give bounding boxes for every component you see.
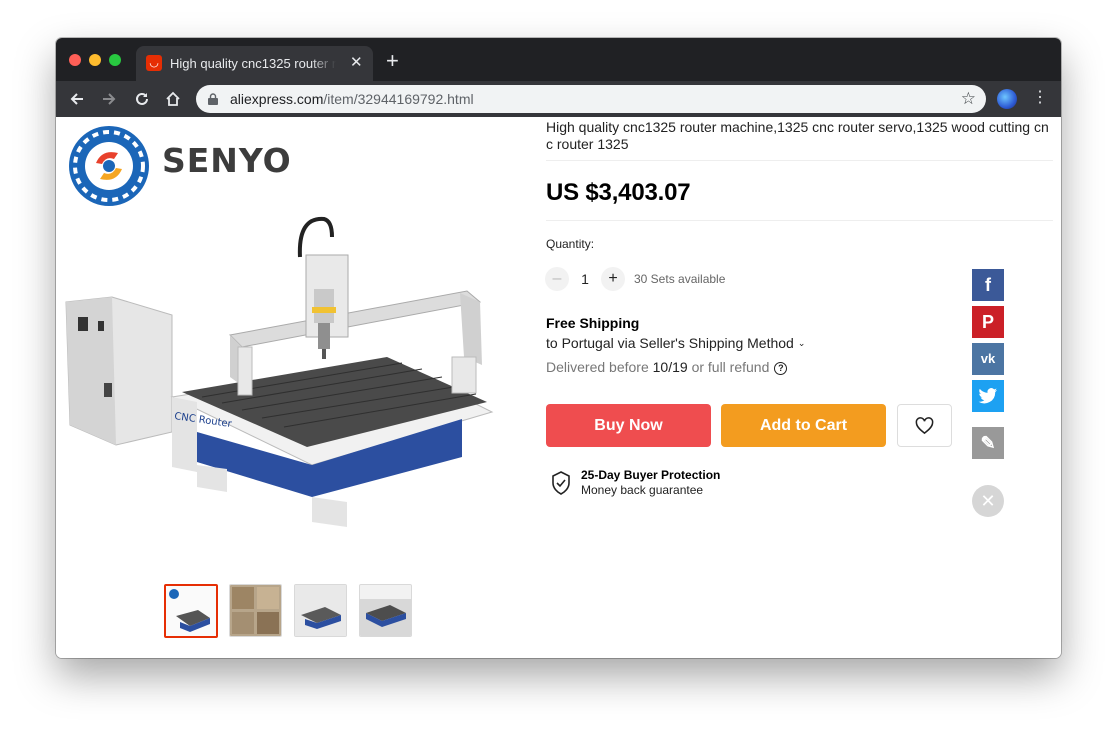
reload-icon[interactable] xyxy=(129,86,155,112)
browser-toolbar: aliexpress.com/item/32944169792.html ☆ ⋮ xyxy=(56,81,1061,117)
quantity-label: Quantity: xyxy=(546,237,595,251)
delivered-date: 10/19 xyxy=(652,359,688,375)
product-page: SENYO CNC Router High quality cnc1325 ro… xyxy=(56,117,1061,658)
divider xyxy=(546,160,1053,161)
quantity-input[interactable]: 1 xyxy=(574,271,596,287)
address-bar[interactable]: aliexpress.com/item/32944169792.html ☆ xyxy=(196,85,986,113)
delivered-prefix: Delivered before xyxy=(546,359,649,375)
edit-pencil-icon[interactable]: ✎ xyxy=(972,427,1004,459)
quantity-increase-button[interactable]: + xyxy=(601,267,625,291)
shipping-method-text: to Portugal via Seller's Shipping Method xyxy=(546,335,794,351)
url-path: /item/32944169792.html xyxy=(323,91,474,107)
thumbnail-1[interactable] xyxy=(164,584,218,638)
quantity-decrease-button[interactable]: – xyxy=(545,267,569,291)
tab-aliexpress[interactable]: ◡ High quality cnc1325 router machine,13… xyxy=(136,46,373,81)
tab-strip: ◡ High quality cnc1325 router machine,13… xyxy=(56,38,1061,81)
product-price: US $3,403.07 xyxy=(546,179,691,206)
shipping-method-selector[interactable]: to Portugal via Seller's Shipping Method… xyxy=(546,335,805,351)
aliexpress-favicon-icon: ◡ xyxy=(146,55,162,71)
delivery-estimate: Delivered before 10/19 or full refund? xyxy=(546,359,788,376)
close-window-button[interactable] xyxy=(69,54,81,66)
lock-icon xyxy=(208,93,218,105)
heart-icon xyxy=(915,417,934,435)
stock-available: 30 Sets available xyxy=(634,272,726,286)
twitter-share-icon[interactable] xyxy=(972,380,1004,412)
maximize-window-button[interactable] xyxy=(109,54,121,66)
close-share-icon[interactable]: ✕ xyxy=(972,485,1004,517)
extension-globe-icon[interactable] xyxy=(997,89,1017,109)
divider xyxy=(546,220,1053,221)
cnc-router-product-image[interactable]: CNC Router xyxy=(62,197,510,537)
product-title: High quality cnc1325 router machine,1325… xyxy=(546,119,1049,152)
tab-close-icon[interactable]: ✕ xyxy=(350,53,363,73)
thumbnail-4[interactable] xyxy=(359,584,412,637)
pinterest-share-icon[interactable]: P xyxy=(972,306,1004,338)
delivered-suffix: or full refund xyxy=(691,359,770,375)
new-tab-button[interactable]: + xyxy=(386,47,399,75)
buyer-protection-subtitle: Money back guarantee xyxy=(581,483,704,497)
shield-check-icon xyxy=(552,471,570,495)
home-icon[interactable] xyxy=(160,86,186,112)
facebook-share-icon[interactable]: f xyxy=(972,269,1004,301)
browser-menu-icon[interactable]: ⋮ xyxy=(1032,87,1048,109)
buy-now-button[interactable]: Buy Now xyxy=(546,404,711,447)
tab-title: High quality cnc1325 router machine,1325… xyxy=(170,56,336,71)
browser-window: ◡ High quality cnc1325 router machine,13… xyxy=(56,38,1061,658)
minimize-window-button[interactable] xyxy=(89,54,101,66)
brand-logo-text: SENYO xyxy=(162,141,292,180)
chevron-down-icon: ⌄ xyxy=(797,338,806,348)
bookmark-star-icon[interactable]: ☆ xyxy=(961,89,976,109)
wishlist-button[interactable] xyxy=(897,404,952,447)
buyer-protection-title: 25-Day Buyer Protection xyxy=(581,468,721,482)
url-host: aliexpress.com xyxy=(230,91,324,107)
vk-share-icon[interactable]: vk xyxy=(972,343,1004,375)
forward-arrow-icon[interactable] xyxy=(96,86,122,112)
thumbnail-2[interactable] xyxy=(229,584,282,637)
help-icon[interactable]: ? xyxy=(774,362,788,375)
url-text: aliexpress.com/item/32944169792.html xyxy=(230,90,474,108)
thumbnail-3[interactable] xyxy=(294,584,347,637)
back-arrow-icon[interactable] xyxy=(64,86,90,112)
add-to-cart-button[interactable]: Add to Cart xyxy=(721,404,886,447)
shipping-title: Free Shipping xyxy=(546,315,640,331)
